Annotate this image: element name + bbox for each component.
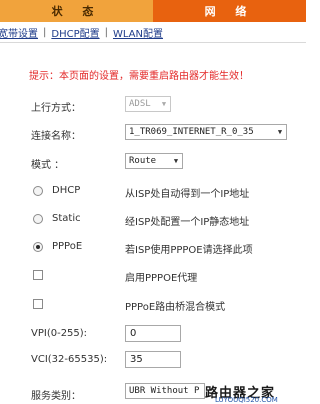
mode-value: Route	[129, 156, 157, 166]
tab-network[interactable]: 网 络	[153, 0, 306, 22]
subnav-dhcp-config[interactable]: DHCP配置	[51, 25, 99, 40]
subnav-wlan-config[interactable]: WLAN配置	[113, 25, 163, 40]
chevron-down-icon: ▼	[277, 128, 283, 136]
subnav-separator: |	[43, 26, 47, 38]
pppoe-proxy-label: 启用PPPOE代理	[125, 273, 198, 284]
vci-input[interactable]: 35	[125, 351, 181, 368]
sub-navigation: 宽带设置 | DHCP配置 | WLAN配置	[0, 22, 306, 43]
pppoe-radio[interactable]	[33, 242, 43, 252]
connection-name-value: 1_TR069_INTERNET_R_0_35	[129, 127, 254, 137]
static-label: Static	[52, 213, 81, 224]
pppoe-label: PPPoE	[52, 241, 83, 252]
dhcp-label: DHCP	[52, 185, 81, 196]
top-tab-bar: 状 态 网 络	[0, 0, 306, 22]
chevron-down-icon: ▼	[173, 157, 179, 165]
chevron-down-icon: ▼	[161, 100, 167, 108]
mode-select[interactable]: Route ▼	[125, 153, 183, 169]
dhcp-description: 从ISP处自动得到一个IP地址	[125, 189, 250, 200]
vpi-input[interactable]: 0	[125, 325, 181, 342]
pppoe-bridge-mixed-label: PPPoE路由桥混合模式	[125, 302, 226, 313]
pppoe-proxy-checkbox[interactable]	[33, 270, 43, 280]
static-radio[interactable]	[33, 214, 43, 224]
connection-name-label: 连接名称：	[31, 131, 81, 142]
vpi-label: VPI(0-255):	[31, 328, 88, 339]
dhcp-radio[interactable]	[33, 186, 43, 196]
subnav-broadband-settings[interactable]: 宽带设置	[0, 25, 38, 40]
uplink-label: 上行方式：	[31, 103, 81, 114]
subnav-separator: |	[104, 26, 108, 38]
pppoe-bridge-mixed-checkbox[interactable]	[33, 299, 43, 309]
mode-label: 模式 ：	[31, 160, 65, 171]
pppoe-description: 若ISP使用PPPOE请选择此项	[125, 245, 253, 256]
vci-label: VCI(32-65535):	[31, 354, 108, 365]
restart-notice: 提示：本页面的设置，需要重启路由器才能生效！	[29, 71, 249, 82]
watermark-url: LUYOUQI520.COM	[215, 396, 278, 404]
connection-name-select[interactable]: 1_TR069_INTERNET_R_0_35 ▼	[125, 124, 287, 140]
uplink-select[interactable]: ADSL ▼	[125, 96, 171, 112]
tab-status[interactable]: 状 态	[0, 0, 153, 22]
service-category-value: UBR Without P	[129, 386, 200, 396]
static-description: 经ISP处配置一个IP静态地址	[125, 217, 250, 228]
service-category-select[interactable]: UBR Without P	[125, 383, 205, 399]
service-category-label: 服务类别：	[31, 391, 81, 402]
uplink-value: ADSL	[129, 99, 151, 109]
